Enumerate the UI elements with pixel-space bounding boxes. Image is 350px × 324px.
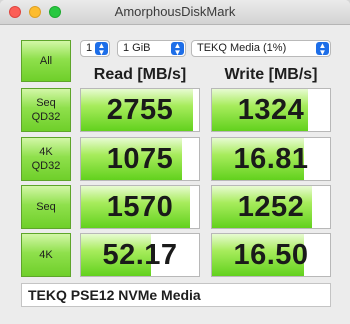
window-title: AmorphousDiskMark — [114, 4, 236, 19]
row-label-line1: 4K — [39, 146, 53, 158]
write-column-header: Write [MB/s] — [224, 66, 318, 83]
row-label-line1: Seq — [36, 201, 56, 213]
test-count-value: 1 — [86, 42, 93, 54]
result-value: 16.81 — [233, 142, 309, 175]
result-value: 2755 — [106, 93, 174, 126]
seq-test-button[interactable]: Seq — [21, 185, 71, 229]
4k-write-result: 16.50 — [211, 233, 331, 277]
seq-qd32-write-result: 1324 — [211, 88, 331, 132]
4k-read-result: 52.17 — [80, 233, 200, 277]
seq-qd32-read-result: 2755 — [80, 88, 200, 132]
test-count-select[interactable]: 1 ▲ ▼ — [80, 40, 110, 57]
4k-qd32-read-result: 1075 — [80, 137, 200, 181]
result-value: 1252 — [237, 190, 305, 223]
chevron-up-down-icon: ▲ ▼ — [95, 42, 108, 57]
result-value: 1570 — [106, 190, 174, 223]
result-value: 1324 — [237, 93, 305, 126]
target-drive-value: TEKQ Media (1%) — [197, 42, 287, 54]
row-label-line1: 4K — [39, 249, 53, 261]
chevron-up-down-icon: ▲ ▼ — [316, 42, 329, 57]
title-bar: AmorphousDiskMark — [0, 0, 350, 25]
4k-test-button[interactable]: 4K — [21, 233, 71, 277]
read-column-header: Read [MB/s] — [93, 66, 187, 83]
comment-field[interactable]: TEKQ PSE12 NVMe Media — [21, 283, 331, 307]
result-value: 52.17 — [102, 238, 178, 271]
target-drive-select[interactable]: TEKQ Media (1%) ▲ ▼ — [191, 40, 331, 57]
row-label-line1: Seq — [36, 97, 56, 109]
seq-read-result: 1570 — [80, 185, 200, 229]
4k-qd32-test-button[interactable]: 4K QD32 — [21, 137, 71, 181]
row-label-line2: QD32 — [31, 160, 61, 172]
seq-write-result: 1252 — [211, 185, 331, 229]
seq-qd32-test-button[interactable]: Seq QD32 — [21, 88, 71, 132]
chevron-up-down-icon: ▲ ▼ — [171, 42, 184, 57]
run-all-label: All — [39, 55, 53, 67]
run-all-button[interactable]: All — [21, 40, 71, 82]
result-value: 16.50 — [233, 238, 309, 271]
4k-qd32-write-result: 16.81 — [211, 137, 331, 181]
result-value: 1075 — [106, 142, 174, 175]
row-label-line2: QD32 — [31, 111, 61, 123]
test-size-select[interactable]: 1 GiB ▲ ▼ — [117, 40, 186, 57]
test-size-value: 1 GiB — [123, 42, 151, 54]
app-window: AmorphousDiskMark All 1 ▲ ▼ 1 GiB ▲ ▼ TEKQ… — [0, 0, 350, 324]
